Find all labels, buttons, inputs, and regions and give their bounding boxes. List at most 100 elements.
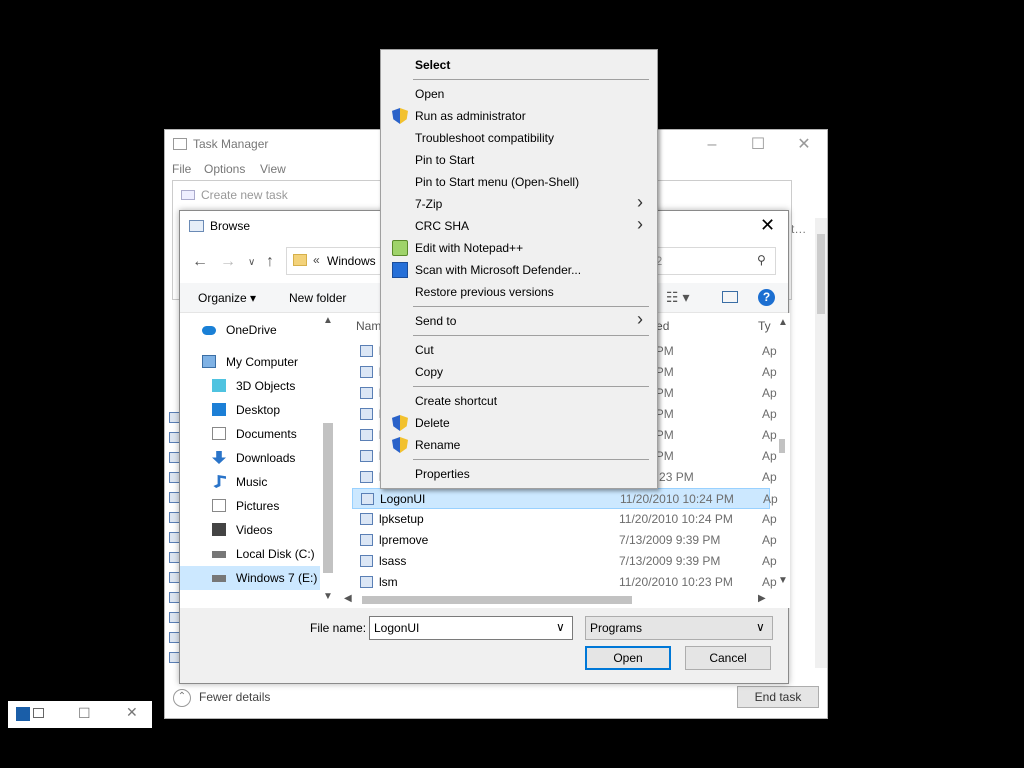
file-type-value: Programs <box>590 621 643 635</box>
new-folder-button[interactable]: New folder <box>289 291 346 305</box>
nav-item[interactable]: Videos <box>180 518 320 542</box>
application-icon <box>360 513 373 525</box>
shield-icon <box>392 437 408 453</box>
menu-item[interactable]: Run as administrator <box>383 105 655 127</box>
breadcrumb-chevron[interactable]: « <box>313 253 320 267</box>
menu-item[interactable]: Properties <box>383 463 655 485</box>
music-icon <box>213 475 226 488</box>
folder-icon <box>293 254 307 266</box>
maximize-icon[interactable]: ☐ <box>78 705 91 722</box>
menu-item[interactable]: 7-Zip › <box>383 192 655 215</box>
back-icon[interactable]: ← <box>192 253 208 271</box>
dialog-title: Browse <box>210 219 251 233</box>
nav-item[interactable]: 3D Objects <box>180 374 320 398</box>
nav-item[interactable]: My Computer <box>180 350 320 374</box>
file-row[interactable]: lpremove 7/13/2009 9:39 PM Ap <box>352 530 777 551</box>
notepadpp-icon <box>392 240 408 256</box>
menu-item[interactable]: Troubleshoot compatibility <box>383 127 655 149</box>
menu-item[interactable]: Select <box>383 54 655 76</box>
application-icon <box>360 450 373 462</box>
menu-item[interactable]: CRC SHA › <box>383 214 655 237</box>
menu-view[interactable]: View <box>260 162 286 176</box>
computer-icon <box>202 355 216 368</box>
help-icon[interactable]: ? <box>758 289 775 306</box>
process-scrollbar[interactable] <box>815 218 827 668</box>
open-button[interactable]: Open <box>585 646 671 670</box>
nav-item[interactable]: Documents <box>180 422 320 446</box>
menu-item[interactable]: Pin to Start <box>383 149 655 171</box>
menu-separator <box>413 79 649 80</box>
menu-item[interactable]: Scan with Microsoft Defender... <box>383 259 655 281</box>
column-type[interactable]: Ty <box>758 319 771 333</box>
file-row[interactable]: lpksetup 11/20/2010 10:24 PM Ap <box>352 509 777 530</box>
minimized-window[interactable]: ☐ ✕ <box>8 701 152 728</box>
nav-scrollbar[interactable]: ▲ ▼ <box>320 313 336 608</box>
forward-icon[interactable]: → <box>220 253 236 271</box>
column-name[interactable]: Nam <box>356 319 381 333</box>
organize-button[interactable]: Organize ▾ <box>198 291 256 305</box>
dialog-title: Create new task <box>201 188 288 202</box>
recent-locations-icon[interactable]: ∨ <box>248 257 255 268</box>
up-icon[interactable]: ↑ <box>266 253 274 271</box>
nav-item[interactable]: Desktop <box>180 398 320 422</box>
menu-options[interactable]: Options <box>204 162 245 176</box>
menu-item[interactable]: Send to › <box>383 309 655 332</box>
menu-item-label: Pin to Start <box>415 153 475 167</box>
file-name: lpremove <box>379 533 429 547</box>
nav-item-label: My Computer <box>226 355 299 369</box>
nav-item[interactable]: OneDrive <box>180 318 320 342</box>
menu-file[interactable]: File <box>172 162 191 176</box>
shield-icon <box>392 108 408 124</box>
breadcrumb[interactable]: Windows <box>327 254 376 268</box>
menu-item[interactable]: Cut <box>383 339 655 361</box>
menu-item[interactable]: Open <box>383 83 655 105</box>
menu-item-label: Select <box>415 58 451 72</box>
chevron-up-icon[interactable]: ⌃ <box>173 689 191 707</box>
change-view-icon[interactable]: ☷ ▾ <box>666 289 689 306</box>
close-button[interactable]: ✕ <box>781 130 827 160</box>
file-name-input[interactable]: LogonUI ∨ <box>369 616 573 640</box>
file-date: 7/13/2009 9:39 PM <box>619 554 721 568</box>
application-icon <box>361 493 374 505</box>
menu-item[interactable]: Rename <box>383 434 655 456</box>
menu-item[interactable]: Edit with Notepad++ <box>383 237 655 259</box>
file-row[interactable]: LogonUI 11/20/2010 10:24 PM Ap <box>352 488 778 509</box>
file-row[interactable]: lsass 7/13/2009 9:39 PM Ap <box>352 551 777 572</box>
context-menu: Select Open Run as administrator Troublesho… <box>380 49 658 489</box>
powershell-icon <box>16 707 30 721</box>
drive-icon <box>212 551 226 558</box>
menu-item-label: Pin to Start menu (Open-Shell) <box>415 175 580 189</box>
file-date: 7/13/2009 9:39 PM <box>619 533 721 547</box>
menu-item[interactable]: Copy <box>383 361 655 383</box>
nav-item[interactable]: Pictures <box>180 494 320 518</box>
nav-item-label: 3D Objects <box>236 379 296 393</box>
menu-separator <box>413 459 649 460</box>
maximize-button[interactable]: ☐ <box>735 130 781 160</box>
nav-item-label: Pictures <box>236 499 280 513</box>
nav-item[interactable]: Music <box>180 470 320 494</box>
menu-item[interactable]: Create shortcut <box>383 390 655 412</box>
menu-item[interactable]: Pin to Start menu (Open-Shell) <box>383 171 655 193</box>
file-name-value: LogonUI <box>374 621 420 635</box>
minimize-button[interactable]: – <box>689 130 735 160</box>
menu-item[interactable]: Delete <box>383 412 655 434</box>
menu-item[interactable]: Restore previous versions <box>383 281 655 303</box>
fewer-details-link[interactable]: Fewer details <box>199 690 270 704</box>
file-list-hscrollbar[interactable]: ◀ ▶ <box>338 591 774 608</box>
nav-item[interactable]: Downloads <box>180 446 320 470</box>
file-row[interactable]: lsm 11/20/2010 10:23 PM Ap <box>352 572 777 593</box>
close-icon[interactable]: ✕ <box>760 215 775 236</box>
restore-icon[interactable] <box>33 708 44 718</box>
nav-item[interactable]: Windows 7 (E:) <box>180 566 320 590</box>
chevron-down-icon[interactable]: ∨ <box>556 620 565 634</box>
close-icon[interactable]: ✕ <box>126 704 138 721</box>
cancel-button[interactable]: Cancel <box>685 646 771 670</box>
nav-item[interactable]: Local Disk (C:) <box>180 542 320 566</box>
end-task-button[interactable]: End task <box>737 686 819 708</box>
preview-pane-icon[interactable] <box>722 291 738 303</box>
chevron-right-icon: › <box>637 309 643 329</box>
menu-item-label: Cut <box>415 343 434 357</box>
file-type-select[interactable]: Programs ∨ <box>585 616 773 640</box>
file-list-vscrollbar[interactable]: ▲ ▼ <box>774 313 790 591</box>
run-icon <box>181 190 195 200</box>
